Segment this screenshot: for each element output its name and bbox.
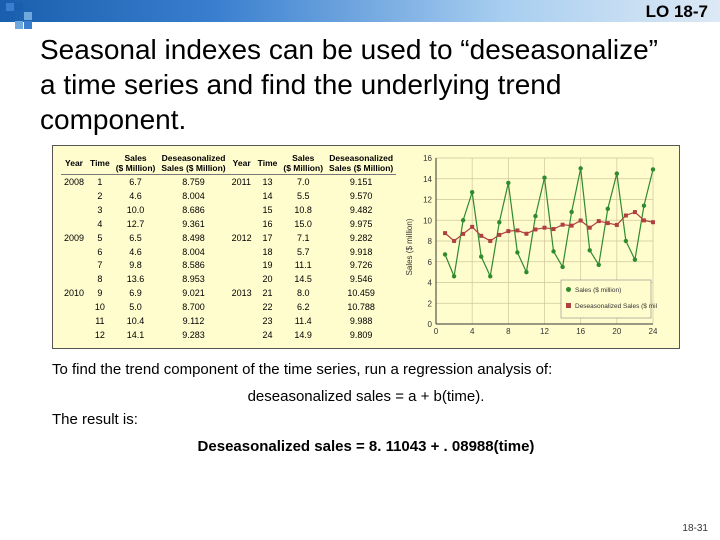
svg-text:0: 0 bbox=[434, 327, 439, 336]
svg-text:16: 16 bbox=[576, 327, 585, 336]
svg-text:20: 20 bbox=[613, 327, 622, 336]
svg-text:8: 8 bbox=[506, 327, 511, 336]
svg-text:0: 0 bbox=[428, 320, 433, 329]
svg-text:8: 8 bbox=[428, 237, 433, 246]
svg-text:16: 16 bbox=[423, 154, 432, 163]
svg-text:24: 24 bbox=[649, 327, 657, 336]
result-label: The result is: bbox=[52, 411, 680, 428]
page-number: 18-31 bbox=[682, 523, 708, 534]
top-bar: LO 18-7 bbox=[0, 0, 720, 22]
svg-text:Sales ($ million): Sales ($ million) bbox=[405, 218, 414, 275]
svg-text:4: 4 bbox=[428, 279, 433, 288]
regression-model: deseasonalized sales = a + b(time). bbox=[52, 388, 680, 405]
svg-text:14: 14 bbox=[423, 175, 432, 184]
svg-text:Sales ($ million): Sales ($ million) bbox=[575, 287, 621, 294]
svg-text:10: 10 bbox=[423, 216, 432, 225]
regression-equation: Deseasonalized sales = 8. 11043 + . 0898… bbox=[52, 438, 680, 455]
explanation-block: To find the trend component of the time … bbox=[0, 353, 720, 455]
svg-text:12: 12 bbox=[540, 327, 549, 336]
slide-title: Seasonal indexes can be used to “deseaso… bbox=[0, 22, 720, 143]
svg-text:4: 4 bbox=[470, 327, 475, 336]
learning-objective-badge: LO 18-7 bbox=[646, 2, 708, 22]
chart: 024681012141604812162024Sales ($ million… bbox=[402, 152, 671, 342]
svg-text:6: 6 bbox=[428, 258, 433, 267]
content-panel: YearTimeSales($ Million)DeseasonalizedSa… bbox=[52, 145, 680, 349]
svg-text:12: 12 bbox=[423, 196, 432, 205]
svg-text:2: 2 bbox=[428, 299, 433, 308]
data-table: YearTimeSales($ Million)DeseasonalizedSa… bbox=[61, 152, 396, 342]
svg-text:Deseasonalized Sales ($ millio: Deseasonalized Sales ($ million) bbox=[575, 303, 657, 310]
regression-intro: To find the trend component of the time … bbox=[52, 361, 680, 378]
corner-logo bbox=[6, 3, 41, 29]
